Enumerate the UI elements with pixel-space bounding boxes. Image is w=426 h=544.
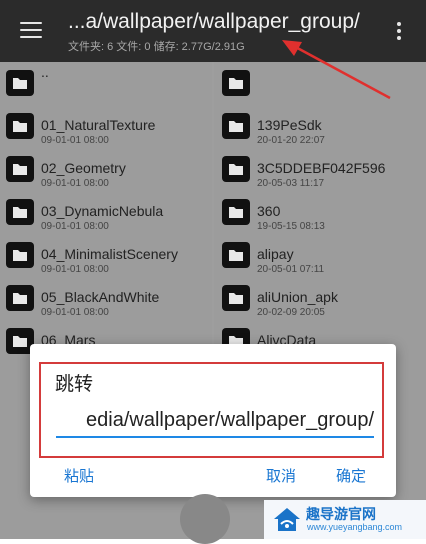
- file-date: 09-01-01 08:00: [41, 264, 109, 275]
- folder-icon: [6, 113, 34, 139]
- floating-action-button[interactable]: [180, 494, 230, 544]
- file-name: 01_NaturalTexture: [41, 117, 156, 133]
- folder-icon: [222, 70, 250, 96]
- top-app-bar: ...a/wallpaper/wallpaper_group/ 文件夹: 6 文…: [0, 0, 426, 62]
- folder-icon: [6, 199, 34, 225]
- file-list-item[interactable]: 04_MinimalistScenery 09-01-01 08:00: [0, 234, 212, 277]
- file-list-item[interactable]: 3C5DDEBF042F596 20-05-03 11:17: [214, 148, 426, 191]
- file-name: alipay: [257, 246, 294, 262]
- file-name: 02_Geometry: [41, 160, 126, 176]
- file-list-item[interactable]: 03_DynamicNebula 09-01-01 08:00: [0, 191, 212, 234]
- file-list-item[interactable]: [214, 62, 426, 105]
- folder-icon: [6, 70, 34, 96]
- file-date: 09-01-01 08:00: [41, 221, 109, 232]
- folder-icon: [222, 285, 250, 311]
- file-date: 09-01-01 08:00: [41, 178, 109, 189]
- file-list-item[interactable]: 02_Geometry 09-01-01 08:00: [0, 148, 212, 191]
- folder-icon: [6, 242, 34, 268]
- folder-icon: [222, 199, 250, 225]
- storage-info: 文件夹: 6 文件: 0 储存: 2.77G/2.91G: [68, 41, 245, 53]
- current-path: ...a/wallpaper/wallpaper_group/: [68, 10, 360, 33]
- file-list-item[interactable]: 139PeSdk 20-01-20 22:07: [214, 105, 426, 148]
- ok-button[interactable]: 确定: [336, 465, 366, 486]
- file-name: 3C5DDEBF042F596: [257, 160, 386, 176]
- goto-dialog: 跳转 粘贴 取消 确定: [30, 344, 396, 497]
- folder-icon: [6, 156, 34, 182]
- file-list-item[interactable]: alipay 20-05-01 07:11: [214, 234, 426, 277]
- file-list-item[interactable]: ..: [0, 62, 212, 105]
- file-name: ..: [41, 64, 49, 80]
- watermark: 趣导游官网 www.yueyangbang.com: [264, 500, 426, 539]
- watermark-logo-icon: [274, 508, 300, 531]
- menu-icon[interactable]: [20, 22, 42, 40]
- folder-icon: [222, 242, 250, 268]
- watermark-url: www.yueyangbang.com: [307, 522, 403, 532]
- file-date: 20-02-09 20:05: [257, 307, 325, 318]
- more-vert-icon[interactable]: [394, 22, 404, 44]
- file-date: 20-05-03 11:17: [257, 178, 325, 189]
- folder-icon: [6, 285, 34, 311]
- folder-icon: [222, 156, 250, 182]
- file-name: 05_BlackAndWhite: [41, 289, 160, 305]
- file-list-item[interactable]: 360 19-05-15 08:13: [214, 191, 426, 234]
- file-name: aliUnion_apk: [257, 289, 338, 305]
- file-date: 09-01-01 08:00: [41, 135, 109, 146]
- file-list-item[interactable]: aliUnion_apk 20-02-09 20:05: [214, 277, 426, 320]
- file-name: 360: [257, 203, 281, 219]
- path-input[interactable]: [56, 404, 374, 438]
- cancel-button[interactable]: 取消: [266, 465, 296, 486]
- file-date: 20-05-01 07:11: [257, 264, 325, 275]
- paste-button[interactable]: 粘贴: [64, 465, 94, 486]
- file-list-item[interactable]: 05_BlackAndWhite 09-01-01 08:00: [0, 277, 212, 320]
- file-list-item[interactable]: 01_NaturalTexture 09-01-01 08:00: [0, 105, 212, 148]
- file-name: 04_MinimalistScenery: [41, 246, 178, 262]
- file-name: 03_DynamicNebula: [41, 203, 164, 219]
- file-date: 19-05-15 08:13: [257, 221, 325, 232]
- watermark-text: 趣导游官网: [306, 506, 376, 522]
- folder-icon: [222, 113, 250, 139]
- file-name: 139PeSdk: [257, 117, 322, 133]
- dialog-title: 跳转: [55, 374, 94, 395]
- file-date: 20-01-20 22:07: [257, 135, 325, 146]
- file-date: 09-01-01 08:00: [41, 307, 109, 318]
